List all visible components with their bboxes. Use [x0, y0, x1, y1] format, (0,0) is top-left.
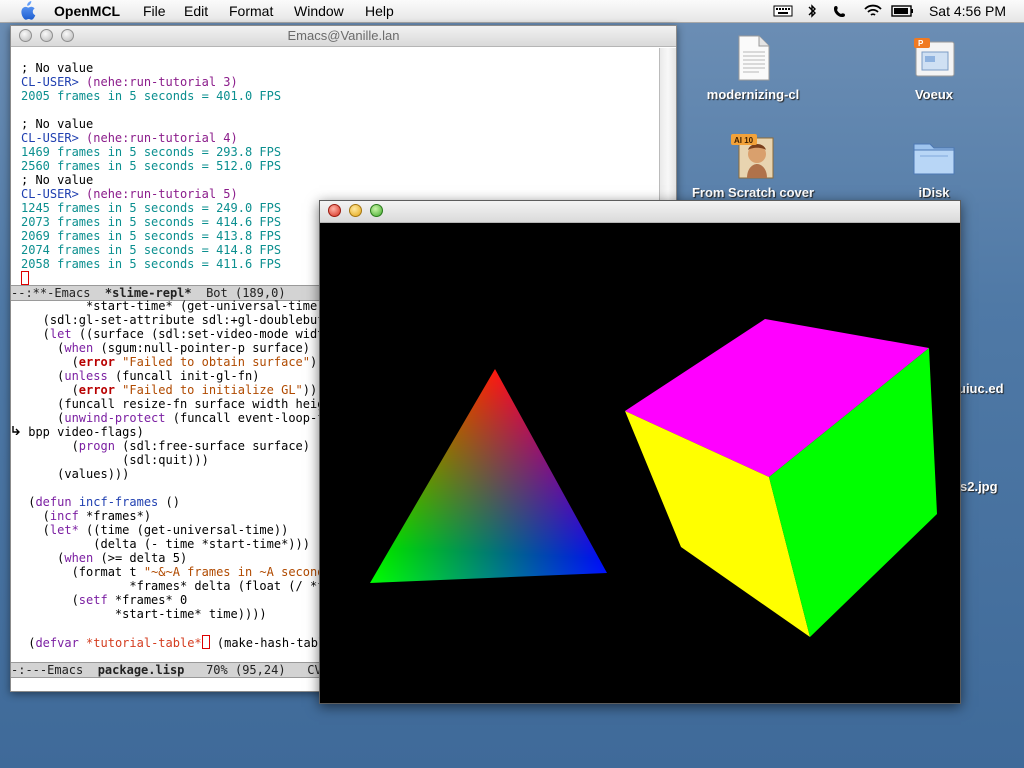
emacs-titlebar[interactable]: Emacs@Vanille.lan [11, 26, 676, 47]
source-line: (unless (funcall init-gl-fn) [21, 369, 260, 383]
repl-line: 2005 frames in 5 seconds = 401.0 FPS [21, 89, 282, 103]
menu-file[interactable]: File [143, 3, 166, 19]
menu-format[interactable]: Format [229, 3, 273, 19]
illustrator-file-icon: AI 10 [731, 134, 774, 179]
minimize-button[interactable] [349, 204, 362, 217]
source-line: (setf *frames* 0 [21, 593, 188, 607]
source-line: *start-time* time)))) [21, 607, 267, 621]
folder-icon [913, 143, 955, 175]
source-line: (defvar *tutorial-table* (make-hash-tabl… [21, 635, 347, 650]
desktop-icon-modernizing-cl[interactable]: modernizing-cl [688, 34, 818, 102]
source-line: (defun incf-frames () [21, 495, 180, 509]
gl-titlebar[interactable] [320, 201, 960, 223]
menu-help[interactable]: Help [365, 3, 394, 19]
gl-canvas[interactable] [320, 223, 960, 703]
app-menu[interactable]: OpenMCL [54, 3, 120, 19]
source-line: (format t "~&~A frames in ~A seconds [21, 565, 339, 579]
source-line [21, 621, 347, 635]
modeline-position: 70% (95,24) CV [184, 663, 322, 677]
svg-text:P: P [918, 39, 924, 48]
minimize-button[interactable] [40, 29, 53, 42]
zoom-button[interactable] [61, 29, 74, 42]
svg-text:AI 10: AI 10 [734, 136, 754, 145]
wrap-arrow-icon [12, 426, 20, 435]
repl-line: CL-USER> (nehe:run-tutorial 5) [21, 187, 238, 201]
source-line: (error "Failed to initialize GL")) [21, 383, 318, 397]
desktop-icon-label: modernizing-cl [706, 87, 800, 102]
modeline-position: Bot (189,0) [191, 286, 286, 300]
wifi-icon[interactable] [863, 4, 883, 18]
repl-line: 2560 frames in 5 seconds = 512.0 FPS [21, 159, 282, 173]
source-line: (unwind-protect (funcall event-loop-fn [21, 411, 339, 425]
source-line: (error "Failed to obtain surface")) [21, 355, 325, 369]
menu-window[interactable]: Window [294, 3, 344, 19]
text-cursor [21, 271, 29, 285]
source-line: (let ((surface (sdl:set-video-mode width [21, 327, 339, 341]
modeline-prefix: --:**-Emacs [11, 286, 105, 300]
menu-bar: OpenMCL File Edit Format Window Help Sat… [0, 0, 1024, 23]
rgb-triangle [370, 369, 607, 583]
desktop-icon-from-scratch-cover[interactable]: AI 10 From Scratch cover [688, 132, 818, 200]
opengl-window[interactable] [319, 200, 961, 704]
repl-cursor-line [21, 271, 29, 286]
repl-line: 1469 frames in 5 seconds = 293.8 FPS [21, 145, 282, 159]
close-button[interactable] [328, 204, 341, 217]
source-line [21, 481, 347, 495]
apple-menu-icon[interactable] [18, 1, 36, 21]
source-line: (funcall resize-fn surface width height [21, 397, 339, 411]
source-line: (delta (- time *start-time*))) [21, 537, 310, 551]
presentation-icon: P [914, 38, 955, 77]
slime-repl-buffer[interactable]: ; No value CL-USER> (nehe:run-tutorial 3)… [21, 61, 281, 271]
source-line: *frames* delta (float (/ *fra [21, 579, 339, 593]
desktop-icon-label: Voeux [914, 87, 954, 102]
menu-edit[interactable]: Edit [184, 3, 208, 19]
desktop-icon-voeux[interactable]: P Voeux [869, 34, 999, 102]
repl-line: 2069 frames in 5 seconds = 413.8 FPS [21, 229, 282, 243]
desktop-icon-label-partial[interactable]: uiuc.ed [958, 381, 1004, 396]
source-line: (when (>= delta 5) [21, 551, 188, 565]
colored-cube [625, 319, 937, 637]
repl-line: 2073 frames in 5 seconds = 414.6 FPS [21, 215, 282, 229]
desktop-icon-label: From Scratch cover [691, 185, 815, 200]
repl-line [21, 103, 281, 117]
source-line: bpp video-flags) [21, 425, 144, 439]
modeline-buffer-name: package.lisp [97, 663, 185, 677]
source-line: (sdl:quit))) [21, 453, 209, 467]
menu-clock[interactable]: Sat 4:56 PM [929, 3, 1006, 19]
source-line: (when (sgum:null-pointer-p surface) [21, 341, 311, 355]
repl-line: 1245 frames in 5 seconds = 249.0 FPS [21, 201, 282, 215]
repl-line: ; No value [21, 117, 94, 131]
source-line: (progn (sdl:free-surface surface) [21, 439, 310, 453]
repl-line: CL-USER> (nehe:run-tutorial 3) [21, 75, 238, 89]
repl-line: ; No value [21, 61, 94, 75]
lisp-source-buffer[interactable]: *start-time* (get-universal-time)) (sdl:… [21, 299, 347, 650]
close-button[interactable] [19, 29, 32, 42]
repl-line: 2074 frames in 5 seconds = 414.8 FPS [21, 243, 282, 257]
source-line: (values))) [21, 467, 130, 481]
window-title: Emacs@Vanille.lan [287, 28, 400, 43]
desktop-icon-label-partial[interactable]: s2.jpg [960, 479, 998, 494]
source-line: *start-time* (get-universal-time)) [21, 299, 332, 313]
desktop-icon-idisk[interactable]: iDisk [869, 132, 999, 200]
repl-line: 2058 frames in 5 seconds = 411.6 FPS [21, 257, 282, 271]
desktop-icon-label: iDisk [918, 185, 950, 200]
bluetooth-icon[interactable] [806, 4, 818, 18]
source-line: (sdl:gl-set-attribute sdl:+gl-doublebuff… [21, 313, 339, 327]
source-line: (let* ((time (get-universal-time)) [21, 523, 289, 537]
document-icon [738, 35, 770, 81]
source-line: (incf *frames*) [21, 509, 152, 523]
modeline-prefix: -:---Emacs [11, 663, 98, 677]
battery-icon[interactable] [891, 4, 915, 18]
zoom-button[interactable] [370, 204, 383, 217]
keyboard-icon[interactable] [773, 4, 793, 18]
modeline-buffer-name: *slime-repl* [104, 286, 192, 300]
repl-line: CL-USER> (nehe:run-tutorial 4) [21, 131, 238, 145]
phone-icon[interactable] [833, 4, 851, 18]
repl-line: ; No value [21, 173, 94, 187]
